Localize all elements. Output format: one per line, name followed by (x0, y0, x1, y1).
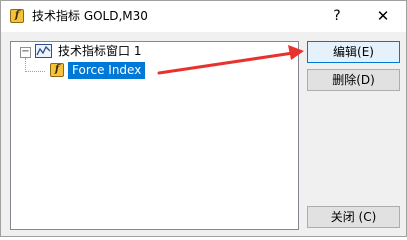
indicators-dialog: f 技术指标 GOLD,M30 ? ✕ − 技术指标窗口 1 f Force I… (0, 0, 407, 237)
annotation-arrow-icon (157, 45, 304, 75)
